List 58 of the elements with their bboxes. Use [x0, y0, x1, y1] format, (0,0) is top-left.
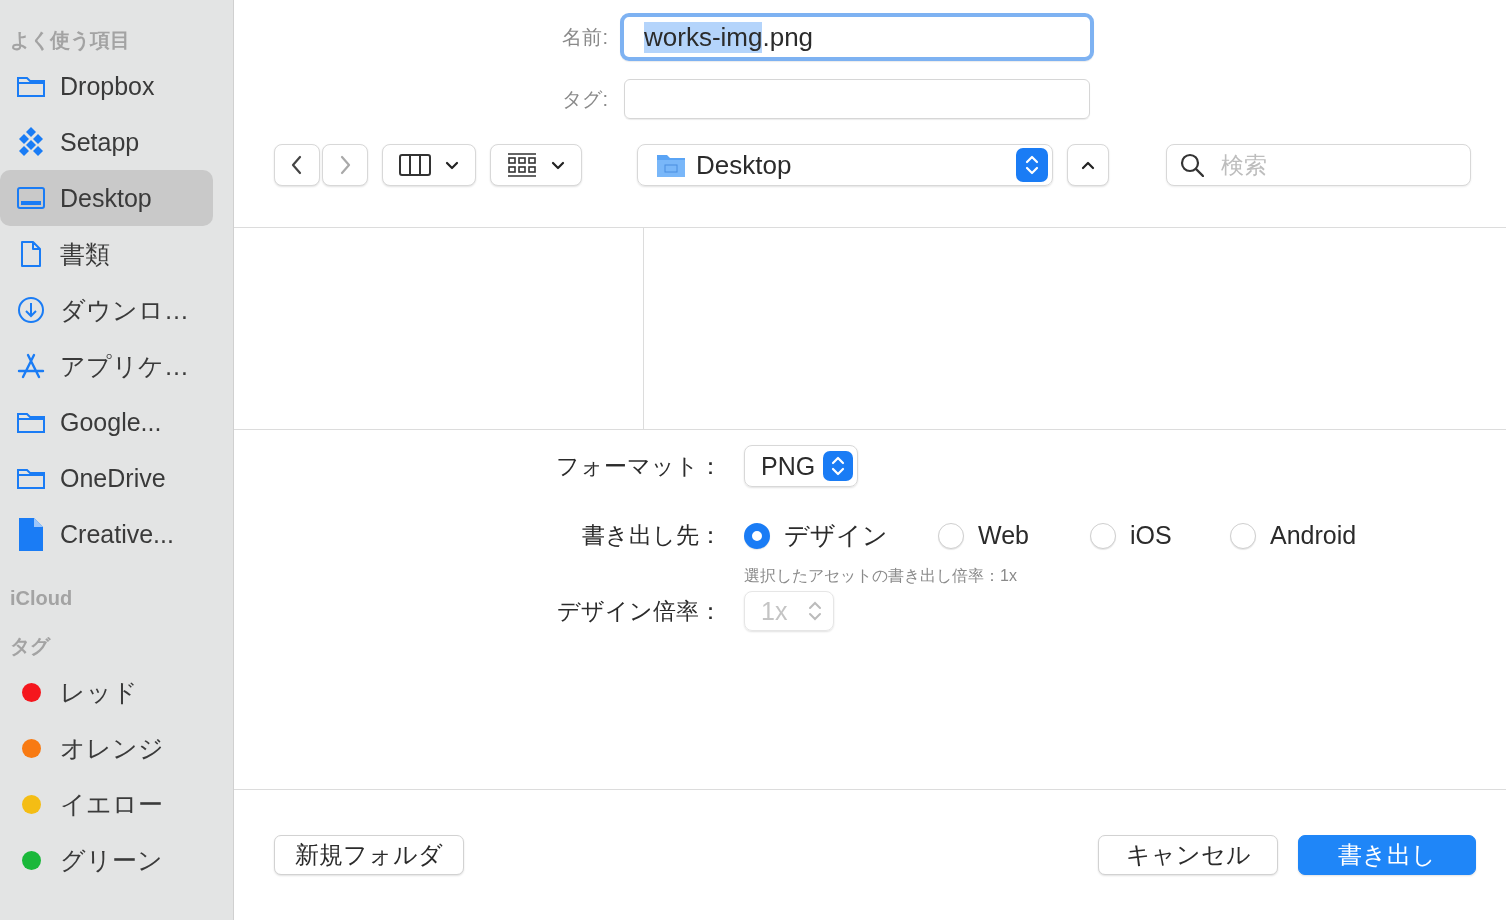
- option-label: 書き出し先：: [581, 521, 723, 550]
- sidebar-item[interactable]: ダウンロ…: [0, 282, 213, 338]
- format-popup[interactable]: PNG: [744, 445, 859, 487]
- diamond-cluster-icon: [18, 127, 44, 157]
- file-icon: [18, 517, 44, 551]
- sidebar-item[interactable]: アプリケ…: [0, 338, 213, 394]
- expand-button[interactable]: [1067, 144, 1109, 186]
- folder-icon: [16, 74, 46, 98]
- desktop-icon: [16, 186, 46, 210]
- radio-option[interactable]: Android: [1230, 519, 1357, 552]
- folder-icon: [16, 466, 46, 490]
- sidebar-item[interactable]: グリーン: [0, 832, 213, 888]
- sidebar-item[interactable]: Google...: [0, 394, 213, 450]
- popup-arrows-icon: [823, 451, 854, 481]
- back-button[interactable]: [274, 144, 320, 186]
- section-heading: タグ: [9, 634, 52, 659]
- download-icon: [17, 296, 45, 324]
- export-button[interactable]: 書き出し: [1298, 835, 1476, 875]
- search-field[interactable]: 検索: [1166, 144, 1471, 186]
- radio-option[interactable]: Web: [938, 519, 1090, 552]
- filename-field[interactable]: works-img.png: [620, 13, 1094, 61]
- gallery-view-button[interactable]: [490, 144, 582, 186]
- radio-option[interactable]: iOS: [1090, 519, 1230, 552]
- folder-icon: [16, 410, 46, 434]
- sidebar-item[interactable]: レッド: [0, 664, 213, 720]
- hint-text: 選択したアセットの書き出し倍率：1x: [744, 566, 1017, 586]
- grid-icon: [507, 153, 537, 177]
- radio-option[interactable]: デザイン: [744, 519, 938, 552]
- chevron-down-icon: [551, 159, 565, 171]
- folder-icon: [656, 152, 686, 178]
- section-heading: よく使う項目: [9, 28, 131, 53]
- chevron-up-icon: [1081, 159, 1095, 171]
- sidebar-item[interactable]: Creative...: [0, 506, 213, 562]
- popup-arrows-icon: [1016, 148, 1048, 182]
- option-label: デザイン倍率：: [556, 596, 723, 626]
- field-label: タグ:: [561, 86, 609, 112]
- option-label: フォーマット：: [555, 451, 723, 481]
- document-icon: [19, 240, 43, 268]
- chevron-down-icon: [445, 159, 459, 171]
- sidebar-item[interactable]: Desktop: [0, 170, 213, 226]
- cancel-button[interactable]: キャンセル: [1098, 835, 1278, 875]
- sidebar-item[interactable]: Setapp: [0, 114, 213, 170]
- tags-field[interactable]: [624, 79, 1090, 119]
- stepper-arrows-icon: [807, 599, 823, 623]
- radio-button[interactable]: [744, 522, 770, 549]
- sidebar-item[interactable]: 書類: [0, 226, 213, 282]
- columns-icon: [399, 154, 431, 176]
- field-label: 名前:: [561, 24, 609, 50]
- sidebar-item[interactable]: Dropbox: [0, 58, 213, 114]
- new-folder-button[interactable]: 新規フォルダ: [274, 835, 464, 875]
- column-view-button[interactable]: [382, 144, 476, 186]
- app-store-icon: [17, 353, 45, 379]
- section-heading: iCloud: [9, 586, 74, 611]
- sidebar-item[interactable]: イエロー: [0, 776, 213, 832]
- sidebar-item[interactable]: OneDrive: [0, 450, 213, 506]
- sidebar-item[interactable]: オレンジ: [0, 720, 213, 776]
- location-name: Desktop: [696, 149, 793, 181]
- location-popup[interactable]: Desktop: [637, 144, 1053, 186]
